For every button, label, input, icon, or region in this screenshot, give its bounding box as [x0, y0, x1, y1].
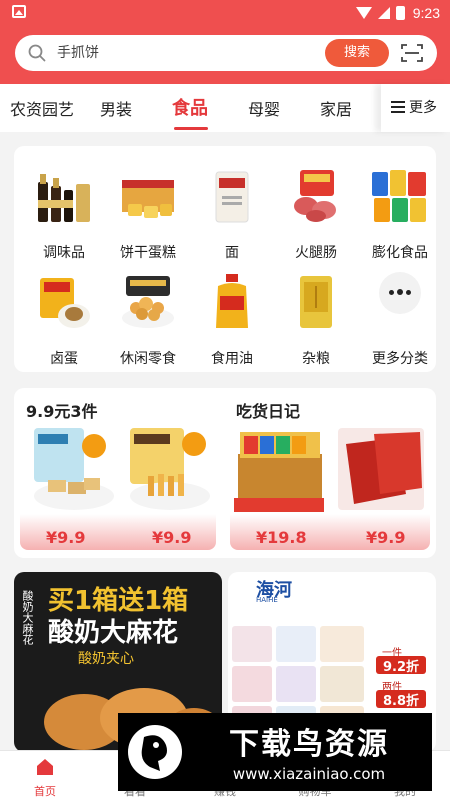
category-seasoning[interactable]: 调味品 — [22, 152, 106, 261]
banner-side-text: 酸奶大麻花 — [21, 590, 34, 645]
category-braised-egg[interactable]: 卤蛋 — [22, 258, 106, 367]
watermark-url: www.xiazainiao.com — [232, 765, 386, 783]
clock: 9:23 — [412, 5, 440, 21]
category-cooking-oil[interactable]: 食用油 — [190, 258, 274, 367]
ham-sausage-icon — [294, 170, 336, 222]
popcorn-icon — [122, 276, 174, 328]
watermark-overlay: 下载鸟资源 www.xiazainiao.com — [118, 713, 432, 791]
tab-home[interactable]: 家居 — [320, 96, 352, 120]
scan-icon[interactable] — [401, 43, 423, 63]
more-tabs-label: 更多 — [409, 100, 437, 116]
status-indicators: 9:23 — [355, 3, 440, 23]
category-label: 杂粮 — [302, 351, 330, 367]
grain-bag-icon — [300, 276, 332, 328]
category-label: 卤蛋 — [50, 351, 78, 367]
discount-rate: 9.2折 — [376, 656, 426, 675]
bird-logo-icon — [128, 725, 182, 779]
snack-box-image[interactable] — [234, 424, 324, 514]
snack-bags-icon — [372, 170, 426, 222]
seasoning-icon — [38, 174, 90, 222]
oil-bottle-icon — [216, 274, 248, 328]
snack-product-image[interactable] — [124, 424, 214, 514]
braised-egg-icon — [40, 278, 90, 328]
search-input[interactable]: 手抓饼 — [57, 35, 99, 71]
search-bar[interactable]: 手抓饼 搜索 — [15, 35, 437, 71]
wifi-icon — [355, 7, 372, 19]
deal-price: ¥9.9 — [152, 528, 192, 547]
jerky-product-image[interactable] — [336, 424, 426, 514]
tab-food[interactable]: 食品 — [172, 94, 208, 120]
category-cakes[interactable]: 饼干蛋糕 — [106, 152, 190, 261]
category-ham-sausage[interactable]: 火腿肠 — [274, 152, 358, 261]
cake-box-icon — [122, 180, 174, 218]
tab-agriculture[interactable]: 农资园艺 — [10, 96, 74, 120]
category-tabs: 农资园艺 男装 食品 母婴 家居 更多 — [0, 84, 450, 132]
banner-subtitle: 酸奶夹心 — [78, 651, 134, 667]
battery-icon — [395, 6, 405, 20]
category-leisure-snacks[interactable]: 休闲零食 — [106, 258, 190, 367]
status-bar: 9:23 — [0, 0, 450, 26]
tab-baby[interactable]: 母婴 — [248, 96, 280, 120]
header: 9:23 手抓饼 搜索 — [0, 0, 450, 84]
deal-title-left[interactable]: 9.9元3件 — [26, 398, 97, 422]
category-puffed-snacks[interactable]: 膨化食品 — [358, 152, 442, 261]
watermark-title: 下载鸟资源 — [229, 727, 389, 762]
brand-logo-en: HAIHE — [256, 596, 278, 604]
nav-home[interactable]: 首页 — [0, 751, 90, 800]
deal-price: ¥9.9 — [366, 528, 406, 547]
tab-menswear[interactable]: 男装 — [100, 96, 132, 120]
deal-price: ¥9.9 — [46, 528, 86, 547]
category-grid: 调味品 饼干蛋糕 面 火腿肠 膨化食品 卤蛋 休闲零食 食用油 杂粮 更多分类 — [14, 146, 436, 372]
category-label: 更多分类 — [372, 351, 428, 367]
more-tabs-button[interactable]: 更多 — [381, 84, 450, 132]
deal-title-right[interactable]: 吃货日记 — [236, 398, 300, 422]
category-more[interactable]: 更多分类 — [358, 258, 442, 367]
deal-price: ¥19.8 — [256, 528, 307, 547]
active-tab-indicator — [174, 127, 208, 130]
search-icon — [28, 44, 46, 62]
signal-icon — [377, 7, 390, 19]
category-noodles[interactable]: 面 — [190, 152, 274, 261]
menu-icon — [391, 101, 405, 113]
search-button[interactable]: 搜索 — [325, 39, 389, 67]
discount-rate: 8.8折 — [376, 690, 426, 709]
home-icon — [37, 759, 53, 775]
deals-section: 9.9元3件 吃货日记 ¥9.9 ¥9.9 ¥19.8 ¥9.9 — [14, 388, 436, 558]
category-label: 休闲零食 — [120, 351, 176, 367]
banner-product-name: 酸奶大麻花 — [48, 618, 179, 648]
snack-product-image[interactable] — [28, 424, 118, 514]
gallery-notification-icon — [12, 5, 26, 18]
category-label: 食用油 — [211, 351, 253, 367]
noodle-bag-icon — [215, 171, 249, 223]
more-dots-icon — [379, 272, 421, 314]
category-grains[interactable]: 杂粮 — [274, 258, 358, 367]
nav-label: 首页 — [34, 785, 56, 798]
